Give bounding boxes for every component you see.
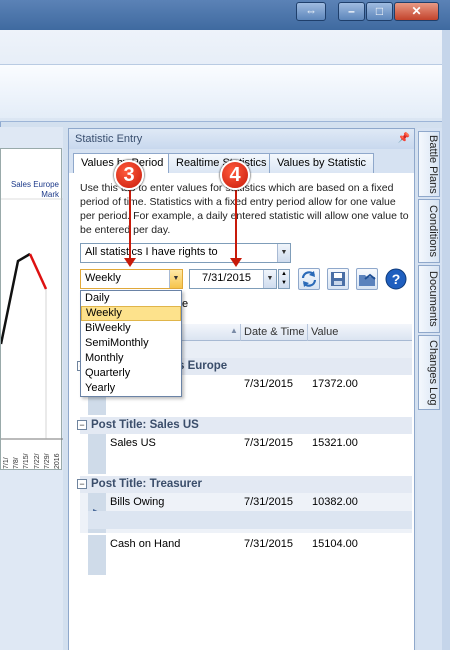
cell-date[interactable]: 7/31/2015 <box>244 437 293 449</box>
cell-date[interactable]: 7/31/2015 <box>244 496 293 508</box>
pane-header: Statistic Entry 📌 <box>69 129 414 149</box>
table-row[interactable]: Sales US 7/31/2015 15321.00 <box>80 434 412 474</box>
chevron-down-icon[interactable]: ▼ <box>277 244 290 262</box>
side-tab-changes-log[interactable]: Changes Log <box>418 335 440 410</box>
side-tab-documents[interactable]: Documents <box>418 265 440 333</box>
group-row[interactable]: − Post Title: Sales US <box>77 417 412 434</box>
svg-text:?: ? <box>392 271 401 287</box>
period-value: Weekly <box>85 272 121 284</box>
minimize-icon[interactable]: – <box>338 2 365 21</box>
help-icon[interactable]: ? <box>385 268 407 290</box>
maximize-icon[interactable]: □ <box>366 2 393 21</box>
statistics-filter-value: All statistics I have rights to <box>85 246 218 258</box>
tab-values-by-statistic[interactable]: Values by Statistic <box>269 153 375 173</box>
arrow-head <box>124 258 136 267</box>
callout-badge-3: 3 <box>114 160 144 190</box>
row-indicator <box>88 535 106 575</box>
x-tick: 7/29/ <box>43 453 51 469</box>
chart-area: Sales Europe Mark 7/1/ 7/8/ 7/15/ 7/22/ … <box>0 148 63 470</box>
ribbon-content <box>0 64 444 118</box>
list-item[interactable]: BiWeekly <box>81 321 181 336</box>
date-picker[interactable]: 7/31/2015 ▼ <box>189 269 277 289</box>
chart-series-black <box>1 252 31 345</box>
cell-date[interactable]: 7/31/2015 <box>244 378 293 390</box>
chart-series-red <box>28 253 48 290</box>
cell-name[interactable]: Cash on Hand <box>110 538 180 550</box>
group-title: Post Title: Treasurer <box>91 478 202 490</box>
close-icon[interactable]: ✕ <box>394 2 439 21</box>
callout-arrow <box>235 190 237 264</box>
cell-value[interactable]: 15321.00 <box>312 437 358 449</box>
x-tick: 7/15/ <box>23 453 31 469</box>
refresh-icon[interactable] <box>298 268 320 290</box>
list-item[interactable]: Quarterly <box>81 366 181 381</box>
open-folder-icon[interactable] <box>356 268 378 290</box>
collapse-icon[interactable]: − <box>77 420 87 430</box>
chart-x-ticks: 7/1/ 7/8/ 7/15/ 7/22/ 7/29/ 2016 <box>3 443 61 469</box>
group-title: Post Title: Sales US <box>91 419 199 431</box>
list-item[interactable]: Monthly <box>81 351 181 366</box>
hidden-label-fragment: e <box>182 298 189 310</box>
period-dropdown-list[interactable]: Daily Weekly BiWeekly SemiMonthly Monthl… <box>80 290 182 397</box>
cell-value[interactable]: 15104.00 <box>312 538 358 550</box>
group-row[interactable]: − Post Title: Treasurer <box>77 476 412 493</box>
table-row[interactable]: Cash on Hand 7/31/2015 15104.00 <box>80 535 412 575</box>
statistics-filter-combo[interactable]: All statistics I have rights to ▼ <box>80 243 291 263</box>
chart-lines <box>1 198 63 440</box>
date-spinner[interactable]: ▲ ▼ <box>278 269 290 289</box>
cell-value[interactable]: 10382.00 <box>312 496 358 508</box>
side-tab-battle-plans[interactable]: Battle Plans <box>418 131 440 197</box>
side-tab-conditions[interactable]: Conditions <box>418 199 440 263</box>
collapse-icon[interactable]: − <box>77 479 87 489</box>
period-combo[interactable]: Weekly ▼ <box>80 269 183 289</box>
x-tick: 7/22/ <box>33 453 41 469</box>
x-tick: 2016 <box>53 453 61 469</box>
window-edge <box>442 30 450 650</box>
x-tick: 7/1/ <box>3 457 10 469</box>
cell-value[interactable]: 17372.00 <box>312 378 358 390</box>
pane-title: Statistic Entry <box>75 133 143 145</box>
row-indicator <box>88 434 106 474</box>
chevron-down-icon[interactable]: ▼ <box>169 270 182 288</box>
list-item[interactable]: Yearly <box>81 381 181 396</box>
sort-icon[interactable]: ▲ <box>230 326 238 335</box>
list-item-selected[interactable]: Weekly <box>81 306 181 321</box>
date-value: 7/31/2015 <box>202 272 251 284</box>
list-item[interactable]: Daily <box>81 291 181 306</box>
restore-icon[interactable]: ⇔ <box>296 2 326 21</box>
cell-name[interactable]: Bills Owing <box>110 496 164 508</box>
group-title: s Europe <box>178 360 228 372</box>
calendar-dropdown-icon[interactable]: ▼ <box>263 270 276 288</box>
cell-name[interactable]: Sales US <box>110 437 156 449</box>
save-icon[interactable] <box>327 268 349 290</box>
row-edit-band <box>88 511 412 529</box>
cell-date[interactable]: 7/31/2015 <box>244 538 293 550</box>
list-item[interactable]: SemiMonthly <box>81 336 181 351</box>
callout-badge-4: 4 <box>220 160 250 190</box>
arrow-head <box>230 258 242 267</box>
column-header-date[interactable]: Date & Time <box>240 324 307 341</box>
pin-icon[interactable]: 📌 <box>398 129 410 149</box>
x-tick: 7/8/ <box>13 457 21 469</box>
column-header-value[interactable]: Value <box>307 324 412 341</box>
callout-arrow <box>129 190 131 264</box>
